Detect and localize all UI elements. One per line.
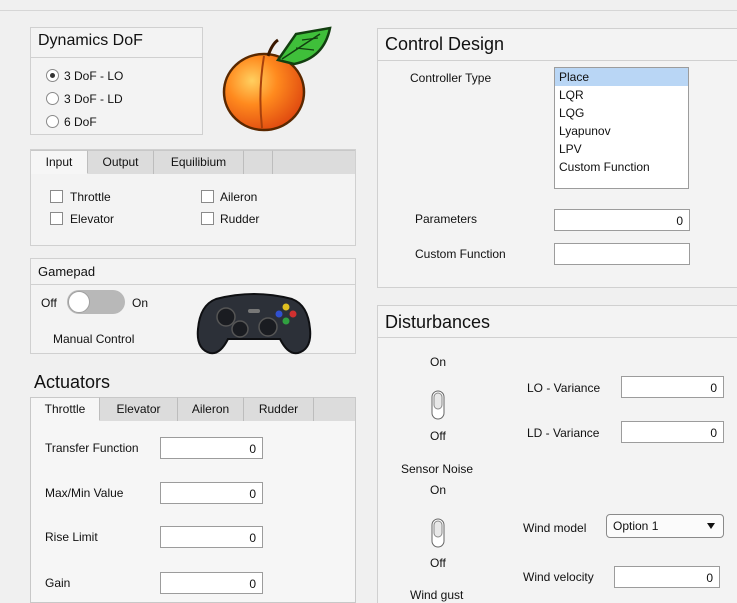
throttle-checkbox[interactable] xyxy=(50,190,63,203)
gain-input[interactable]: 0 xyxy=(160,572,263,594)
dynamics-header: Dynamics DoF xyxy=(31,28,202,58)
sensor-off-label: Off xyxy=(430,429,446,443)
gamepad-off-label: Off xyxy=(41,296,57,310)
elevator-check-label: Elevator xyxy=(70,212,115,226)
controller-type-list[interactable]: Place LQR LQG Lyapunov LPV Custom Functi… xyxy=(554,67,689,189)
tab-filler xyxy=(273,150,355,174)
rudder-checkbox[interactable] xyxy=(201,212,214,225)
wind-model-select[interactable]: Option 1 xyxy=(606,514,724,538)
dynamics-title: Dynamics DoF xyxy=(38,32,143,49)
radio-3dof-lo[interactable] xyxy=(46,69,59,82)
custom-function-label: Custom Function xyxy=(415,247,506,261)
aileron-check-label: Aileron xyxy=(220,190,258,204)
sensor-noise-label: Sensor Noise xyxy=(401,462,474,476)
tab-rudder[interactable]: Rudder xyxy=(244,397,314,421)
controller-option-place[interactable]: Place xyxy=(555,68,688,86)
parameters-label: Parameters xyxy=(415,212,478,226)
radio-6dof[interactable] xyxy=(46,115,59,128)
ld-variance-label: LD - Variance xyxy=(527,426,600,440)
transfer-function-label: Transfer Function xyxy=(45,441,139,455)
transfer-function-input[interactable]: 0 xyxy=(160,437,263,459)
max-min-value-input[interactable]: 0 xyxy=(160,482,263,504)
radio-3dof-lo-label: 3 DoF - LO xyxy=(64,69,124,83)
controller-option-lpv[interactable]: LPV xyxy=(555,140,688,158)
io-tabs: Input Output Equilibium xyxy=(31,150,355,174)
sensor-noise-toggle[interactable] xyxy=(431,390,445,420)
tab-filler xyxy=(314,397,355,421)
control-design-title: Control Design xyxy=(385,34,505,54)
gamepad-icon xyxy=(196,293,312,355)
wind-model-value: Option 1 xyxy=(613,519,659,533)
lo-variance-input[interactable]: 0 xyxy=(621,376,724,398)
gamepad-toggle[interactable] xyxy=(67,290,125,314)
wind-velocity-label: Wind velocity xyxy=(523,570,594,584)
gamepad-header: Gamepad xyxy=(31,259,355,285)
rise-limit-input[interactable]: 0 xyxy=(160,526,263,548)
radio-6dof-label: 6 DoF xyxy=(64,115,97,129)
rise-limit-label: Rise Limit xyxy=(45,530,98,544)
tab-equilibium[interactable]: Equilibium xyxy=(154,150,244,174)
actuators-title: Actuators xyxy=(34,372,111,392)
gamepad-title: Gamepad xyxy=(38,264,96,279)
control-design-header: Control Design xyxy=(378,29,737,61)
parameters-input[interactable]: 0 xyxy=(554,209,690,231)
tab-aileron[interactable]: Aileron xyxy=(178,397,244,421)
gamepad-on-label: On xyxy=(132,296,149,310)
manual-control-label: Manual Control xyxy=(53,332,135,346)
aileron-checkbox[interactable] xyxy=(201,190,214,203)
controller-option-lyapunov[interactable]: Lyapunov xyxy=(555,122,688,140)
chevron-down-icon xyxy=(707,523,715,529)
tab-input[interactable]: Input xyxy=(31,150,88,174)
wind-gust-toggle[interactable] xyxy=(431,518,445,548)
wind-gust-label: Wind gust xyxy=(410,588,464,602)
ld-variance-input[interactable]: 0 xyxy=(621,421,724,443)
gain-label: Gain xyxy=(45,576,71,590)
rudder-check-label: Rudder xyxy=(220,212,260,226)
dynamics-panel: Dynamics DoF 3 DoF - LO 3 DoF - LD 6 DoF xyxy=(30,27,203,135)
tab-throttle[interactable]: Throttle xyxy=(31,397,100,421)
actuator-tabs: Throttle Elevator Aileron Rudder xyxy=(30,397,356,421)
controller-option-custom-function[interactable]: Custom Function xyxy=(555,158,688,176)
radio-3dof-ld[interactable] xyxy=(46,92,59,105)
tab-elevator[interactable]: Elevator xyxy=(100,397,178,421)
controller-option-lqg[interactable]: LQG xyxy=(555,104,688,122)
gust-off-label: Off xyxy=(430,556,446,570)
lo-variance-label: LO - Variance xyxy=(527,381,601,395)
disturbances-title: Disturbances xyxy=(385,312,491,332)
io-panel: Input Output Equilibium Throttle Aileron… xyxy=(30,149,356,246)
disturbances-header: Disturbances xyxy=(378,306,737,338)
radio-3dof-ld-label: 3 DoF - LD xyxy=(64,92,123,106)
wind-velocity-input[interactable]: 0 xyxy=(614,566,720,588)
throttle-check-label: Throttle xyxy=(70,190,111,204)
sensor-on-label: On xyxy=(430,355,447,369)
controller-option-lqr[interactable]: LQR xyxy=(555,86,688,104)
top-divider xyxy=(0,10,737,11)
controller-type-label: Controller Type xyxy=(410,71,492,85)
wind-model-label: Wind model xyxy=(523,521,587,535)
peach-logo-icon xyxy=(222,26,332,132)
gamepad-toggle-knob xyxy=(68,291,90,313)
tab-output[interactable]: Output xyxy=(88,150,154,174)
elevator-checkbox[interactable] xyxy=(50,212,63,225)
custom-function-input[interactable] xyxy=(554,243,690,265)
max-min-value-label: Max/Min Value xyxy=(45,486,124,500)
gust-on-label: On xyxy=(430,483,447,497)
tab-empty xyxy=(244,150,273,174)
